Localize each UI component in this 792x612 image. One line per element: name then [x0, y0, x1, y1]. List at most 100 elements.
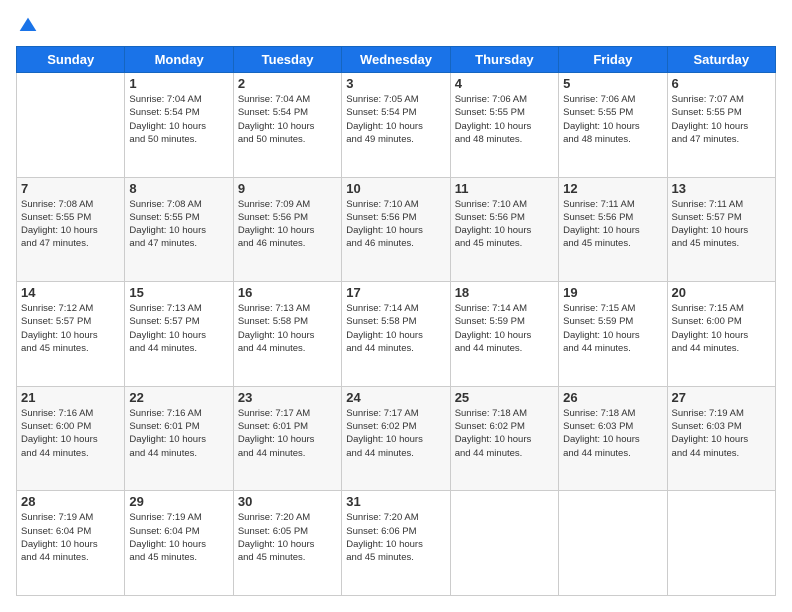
calendar-cell: 23Sunrise: 7:17 AM Sunset: 6:01 PM Dayli…: [233, 386, 341, 491]
calendar-cell: 16Sunrise: 7:13 AM Sunset: 5:58 PM Dayli…: [233, 282, 341, 387]
day-number: 8: [129, 181, 228, 196]
day-info: Sunrise: 7:08 AM Sunset: 5:55 PM Dayligh…: [129, 198, 228, 251]
calendar-cell: 7 Sunrise: 7:08 AM Sunset: 5:55 PM Daylig…: [17, 177, 125, 282]
day-info: Sunrise: 7:20 AM Sunset: 6:05 PM Dayligh…: [238, 511, 337, 564]
calendar-cell: [667, 491, 775, 596]
day-info: Sunrise: 7:11 AM Sunset: 5:57 PM Dayligh…: [672, 198, 771, 251]
logo: [16, 16, 38, 36]
calendar-cell: 30 Sunrise: 7:20 AM Sunset: 6:05 PM Dayli…: [233, 491, 341, 596]
day-info: Sunrise: 7:18 AM Sunset: 6:03 PM Dayligh…: [563, 407, 662, 460]
calendar-cell: 2Sunrise: 7:04 AM Sunset: 5:54 PM Daylig…: [233, 73, 341, 178]
weekday-header: Friday: [559, 47, 667, 73]
calendar-cell: 24Sunrise: 7:17 AM Sunset: 6:02 PM Dayli…: [342, 386, 450, 491]
day-info: Sunrise: 7:07 AM Sunset: 5:55 PM Dayligh…: [672, 93, 771, 146]
day-number: 14: [21, 285, 120, 300]
day-info: Sunrise: 7:17 AM Sunset: 6:01 PM Dayligh…: [238, 407, 337, 460]
calendar-week-row: 21 Sunrise: 7:16 AM Sunset: 6:00 PM Dayli…: [17, 386, 776, 491]
day-info: Sunrise: 7:09 AM Sunset: 5:56 PM Dayligh…: [238, 198, 337, 251]
day-number: 22: [129, 390, 228, 405]
day-number: 26: [563, 390, 662, 405]
day-info: Sunrise: 7:08 AM Sunset: 5:55 PM Dayligh…: [21, 198, 120, 251]
day-number: 19: [563, 285, 662, 300]
day-info: Sunrise: 7:06 AM Sunset: 5:55 PM Dayligh…: [455, 93, 554, 146]
calendar-cell: 6 Sunrise: 7:07 AM Sunset: 5:55 PM Daylig…: [667, 73, 775, 178]
day-number: 3: [346, 76, 445, 91]
calendar-cell: [450, 491, 558, 596]
calendar-cell: 5 Sunrise: 7:06 AM Sunset: 5:55 PM Daylig…: [559, 73, 667, 178]
calendar-cell: 26 Sunrise: 7:18 AM Sunset: 6:03 PM Dayli…: [559, 386, 667, 491]
weekday-header-row: SundayMondayTuesdayWednesdayThursdayFrid…: [17, 47, 776, 73]
weekday-header: Sunday: [17, 47, 125, 73]
day-info: Sunrise: 7:15 AM Sunset: 5:59 PM Dayligh…: [563, 302, 662, 355]
calendar-cell: 17Sunrise: 7:14 AM Sunset: 5:58 PM Dayli…: [342, 282, 450, 387]
day-number: 12: [563, 181, 662, 196]
calendar-cell: 12 Sunrise: 7:11 AM Sunset: 5:56 PM Dayli…: [559, 177, 667, 282]
calendar-cell: 10 Sunrise: 7:10 AM Sunset: 5:56 PM Dayli…: [342, 177, 450, 282]
calendar-cell: 4 Sunrise: 7:06 AM Sunset: 5:55 PM Daylig…: [450, 73, 558, 178]
day-info: Sunrise: 7:04 AM Sunset: 5:54 PM Dayligh…: [238, 93, 337, 146]
day-number: 21: [21, 390, 120, 405]
day-info: Sunrise: 7:19 AM Sunset: 6:04 PM Dayligh…: [21, 511, 120, 564]
day-info: Sunrise: 7:19 AM Sunset: 6:04 PM Dayligh…: [129, 511, 228, 564]
day-info: Sunrise: 7:16 AM Sunset: 6:00 PM Dayligh…: [21, 407, 120, 460]
day-number: 28: [21, 494, 120, 509]
calendar-cell: 21 Sunrise: 7:16 AM Sunset: 6:00 PM Dayli…: [17, 386, 125, 491]
day-info: Sunrise: 7:06 AM Sunset: 5:55 PM Dayligh…: [563, 93, 662, 146]
day-number: 6: [672, 76, 771, 91]
day-info: Sunrise: 7:18 AM Sunset: 6:02 PM Dayligh…: [455, 407, 554, 460]
calendar-cell: 8 Sunrise: 7:08 AM Sunset: 5:55 PM Daylig…: [125, 177, 233, 282]
day-info: Sunrise: 7:04 AM Sunset: 5:54 PM Dayligh…: [129, 93, 228, 146]
weekday-header: Thursday: [450, 47, 558, 73]
calendar-cell: 18 Sunrise: 7:14 AM Sunset: 5:59 PM Dayli…: [450, 282, 558, 387]
day-info: Sunrise: 7:14 AM Sunset: 5:59 PM Dayligh…: [455, 302, 554, 355]
calendar-cell: 13Sunrise: 7:11 AM Sunset: 5:57 PM Dayli…: [667, 177, 775, 282]
day-number: 25: [455, 390, 554, 405]
day-number: 11: [455, 181, 554, 196]
calendar-cell: 29 Sunrise: 7:19 AM Sunset: 6:04 PM Dayli…: [125, 491, 233, 596]
day-number: 5: [563, 76, 662, 91]
day-info: Sunrise: 7:12 AM Sunset: 5:57 PM Dayligh…: [21, 302, 120, 355]
day-number: 17: [346, 285, 445, 300]
day-number: 20: [672, 285, 771, 300]
calendar-cell: [559, 491, 667, 596]
day-info: Sunrise: 7:20 AM Sunset: 6:06 PM Dayligh…: [346, 511, 445, 564]
day-info: Sunrise: 7:11 AM Sunset: 5:56 PM Dayligh…: [563, 198, 662, 251]
weekday-header: Monday: [125, 47, 233, 73]
calendar-week-row: 1 Sunrise: 7:04 AM Sunset: 5:54 PM Daylig…: [17, 73, 776, 178]
calendar: SundayMondayTuesdayWednesdayThursdayFrid…: [16, 46, 776, 596]
day-number: 4: [455, 76, 554, 91]
day-info: Sunrise: 7:19 AM Sunset: 6:03 PM Dayligh…: [672, 407, 771, 460]
calendar-cell: 31 Sunrise: 7:20 AM Sunset: 6:06 PM Dayli…: [342, 491, 450, 596]
day-number: 27: [672, 390, 771, 405]
header: [16, 16, 776, 36]
day-info: Sunrise: 7:05 AM Sunset: 5:54 PM Dayligh…: [346, 93, 445, 146]
calendar-cell: 28 Sunrise: 7:19 AM Sunset: 6:04 PM Dayli…: [17, 491, 125, 596]
day-number: 10: [346, 181, 445, 196]
calendar-cell: 20Sunrise: 7:15 AM Sunset: 6:00 PM Dayli…: [667, 282, 775, 387]
page: SundayMondayTuesdayWednesdayThursdayFrid…: [0, 0, 792, 612]
calendar-cell: [17, 73, 125, 178]
calendar-cell: 15Sunrise: 7:13 AM Sunset: 5:57 PM Dayli…: [125, 282, 233, 387]
day-number: 1: [129, 76, 228, 91]
day-info: Sunrise: 7:13 AM Sunset: 5:58 PM Dayligh…: [238, 302, 337, 355]
day-info: Sunrise: 7:16 AM Sunset: 6:01 PM Dayligh…: [129, 407, 228, 460]
day-number: 7: [21, 181, 120, 196]
day-number: 18: [455, 285, 554, 300]
day-number: 9: [238, 181, 337, 196]
calendar-cell: 25 Sunrise: 7:18 AM Sunset: 6:02 PM Dayli…: [450, 386, 558, 491]
calendar-week-row: 7 Sunrise: 7:08 AM Sunset: 5:55 PM Daylig…: [17, 177, 776, 282]
day-info: Sunrise: 7:17 AM Sunset: 6:02 PM Dayligh…: [346, 407, 445, 460]
calendar-cell: 27 Sunrise: 7:19 AM Sunset: 6:03 PM Dayli…: [667, 386, 775, 491]
day-number: 29: [129, 494, 228, 509]
weekday-header: Wednesday: [342, 47, 450, 73]
calendar-cell: 19 Sunrise: 7:15 AM Sunset: 5:59 PM Dayli…: [559, 282, 667, 387]
weekday-header: Saturday: [667, 47, 775, 73]
day-number: 31: [346, 494, 445, 509]
calendar-cell: 9 Sunrise: 7:09 AM Sunset: 5:56 PM Daylig…: [233, 177, 341, 282]
calendar-cell: 14 Sunrise: 7:12 AM Sunset: 5:57 PM Dayli…: [17, 282, 125, 387]
calendar-week-row: 28 Sunrise: 7:19 AM Sunset: 6:04 PM Dayli…: [17, 491, 776, 596]
calendar-week-row: 14 Sunrise: 7:12 AM Sunset: 5:57 PM Dayli…: [17, 282, 776, 387]
day-number: 30: [238, 494, 337, 509]
day-info: Sunrise: 7:13 AM Sunset: 5:57 PM Dayligh…: [129, 302, 228, 355]
day-info: Sunrise: 7:10 AM Sunset: 5:56 PM Dayligh…: [346, 198, 445, 251]
